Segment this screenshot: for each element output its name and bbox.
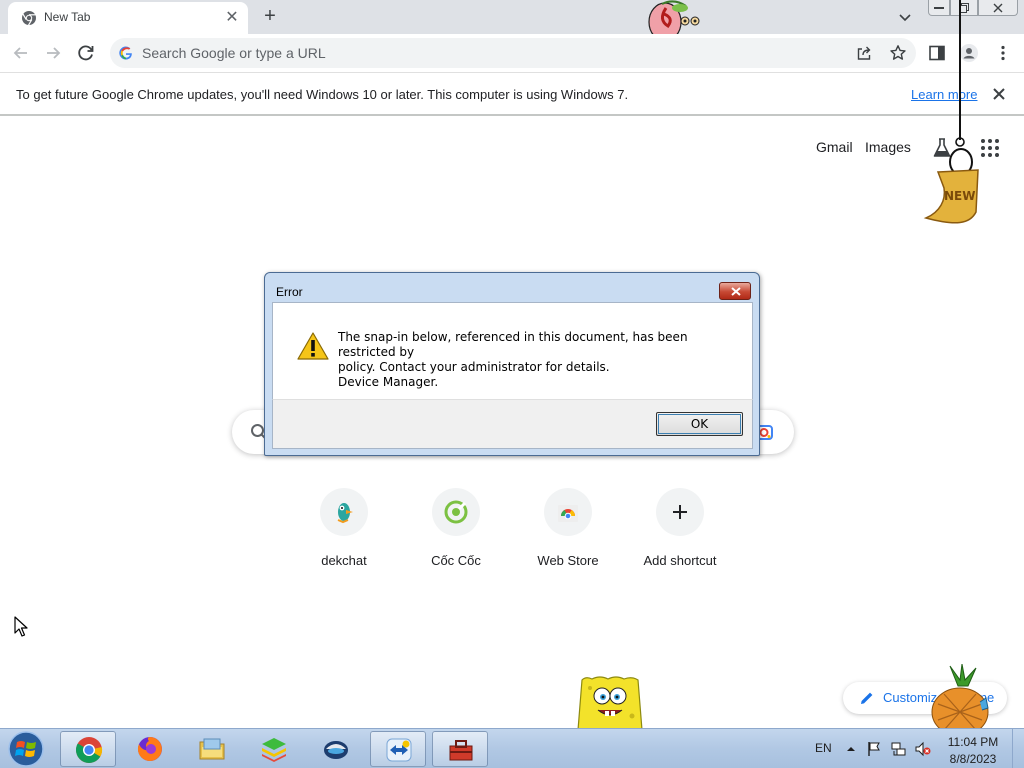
error-dialog: Error The snap-in below, referenced in t… bbox=[264, 272, 760, 456]
firefox-icon bbox=[137, 737, 162, 761]
dialog-title: Error bbox=[276, 285, 303, 299]
toolbox-icon bbox=[449, 740, 473, 761]
taskbar-ultraviewer[interactable] bbox=[308, 731, 364, 767]
ultraviewer-icon bbox=[324, 741, 348, 759]
gmail-link[interactable]: Gmail bbox=[816, 139, 853, 155]
action-center-flag-icon[interactable] bbox=[866, 741, 882, 757]
windows7-warning-infobar: To get future Google Chrome updates, you… bbox=[0, 72, 1024, 116]
taskbar-teamviewer[interactable] bbox=[370, 731, 426, 767]
window-close-button[interactable] bbox=[978, 0, 1018, 16]
shortcut-label: Web Store bbox=[537, 553, 599, 568]
tab-close-icon[interactable]: ✕ bbox=[222, 8, 242, 28]
coccoc-icon bbox=[444, 500, 468, 524]
pencil-icon bbox=[861, 692, 873, 704]
google-g-icon bbox=[119, 46, 132, 60]
shortcut-icon-circle bbox=[320, 488, 368, 536]
dialog-message-line: The snap-in below, referenced in this do… bbox=[338, 330, 688, 359]
shortcut-tile-add-shortcut[interactable]: Add shortcut bbox=[624, 488, 736, 578]
menu-kebab-icon[interactable] bbox=[992, 42, 1014, 64]
volume-muted-icon[interactable] bbox=[915, 741, 931, 757]
desktop-screen: New Tab ✕ + Search Google or type a URL … bbox=[0, 0, 1024, 768]
tab-new-tab[interactable]: New Tab ✕ bbox=[8, 2, 248, 34]
omnibox[interactable]: Search Google or type a URL bbox=[110, 38, 916, 68]
new-tab-button[interactable]: + bbox=[258, 4, 282, 28]
forward-arrow-icon[interactable] bbox=[42, 42, 64, 64]
shortcut-label: Add shortcut bbox=[643, 553, 717, 568]
clock-date[interactable]: 8/8/2023 bbox=[942, 752, 1004, 766]
folder-icon bbox=[199, 738, 225, 760]
new-sign-text: NEW bbox=[944, 189, 975, 203]
show-hidden-icons-chevron-icon[interactable] bbox=[843, 741, 859, 757]
taskbar-toolbox[interactable] bbox=[432, 731, 488, 767]
show-desktop-button[interactable] bbox=[1012, 729, 1024, 768]
dialog-button-bar: OK bbox=[272, 399, 753, 449]
plus-icon bbox=[673, 505, 687, 519]
tab-strip: New Tab ✕ + bbox=[0, 0, 1024, 42]
shortcut-icon-circle bbox=[656, 488, 704, 536]
close-icon bbox=[993, 3, 1003, 12]
reload-icon[interactable] bbox=[75, 42, 97, 64]
dialog-close-button[interactable] bbox=[719, 282, 751, 300]
windows-taskbar: EN 11:04 PM 8/8/2023 bbox=[0, 728, 1024, 768]
shortcut-tile-coccoc[interactable]: Cốc Cốc bbox=[400, 488, 512, 578]
spongebob-sticker-icon bbox=[577, 676, 643, 730]
infobar-close-icon[interactable] bbox=[990, 85, 1008, 103]
shortcut-label: Cốc Cốc bbox=[431, 553, 481, 568]
shortcut-label: dekchat bbox=[321, 553, 367, 568]
shortcut-tile-web-store[interactable]: Web Store bbox=[512, 488, 624, 578]
taskbar-firefox[interactable] bbox=[122, 731, 178, 767]
warning-icon bbox=[297, 332, 329, 360]
pineapple-house-sticker-icon bbox=[931, 664, 989, 730]
webstore-icon bbox=[558, 505, 578, 522]
clock-time[interactable]: 11:04 PM bbox=[942, 735, 1004, 749]
bookmark-star-icon[interactable] bbox=[889, 44, 907, 62]
dialog-content: The snap-in below, referenced in this do… bbox=[272, 302, 753, 399]
dialog-message-line: policy. Contact your administrator for d… bbox=[338, 360, 610, 374]
chrome-icon bbox=[22, 11, 36, 26]
infobar-message: To get future Google Chrome updates, you… bbox=[16, 87, 629, 102]
browser-toolbar: Search Google or type a URL bbox=[0, 34, 1024, 72]
shortcut-icon-circle bbox=[432, 488, 480, 536]
mouse-cursor-icon bbox=[14, 616, 28, 637]
new-sign-sticker-icon: NEW bbox=[923, 0, 979, 224]
bluestacks-icon bbox=[262, 738, 286, 762]
language-indicator[interactable]: EN bbox=[815, 741, 832, 755]
omnibox-placeholder: Search Google or type a URL bbox=[142, 45, 326, 61]
images-link[interactable]: Images bbox=[865, 139, 911, 155]
taskbar-explorer[interactable] bbox=[184, 731, 240, 767]
taskbar-chrome[interactable] bbox=[60, 731, 116, 767]
dialog-message-line: Device Manager. bbox=[338, 375, 439, 389]
tab-title: New Tab bbox=[44, 10, 91, 24]
close-icon bbox=[731, 287, 741, 296]
tab-search-chevron-icon[interactable] bbox=[895, 7, 915, 27]
windows-start-button[interactable] bbox=[6, 730, 46, 768]
shortcut-icon-circle bbox=[544, 488, 592, 536]
taskbar-bluestacks[interactable] bbox=[246, 731, 302, 767]
back-arrow-icon[interactable] bbox=[10, 42, 32, 64]
chrome-icon bbox=[76, 737, 103, 763]
dialog-message: The snap-in below, referenced in this do… bbox=[338, 330, 738, 390]
network-icon[interactable] bbox=[891, 741, 907, 757]
share-icon[interactable] bbox=[856, 45, 872, 61]
ok-button[interactable]: OK bbox=[656, 412, 743, 436]
shortcut-tile-dekchat[interactable]: dekchat bbox=[288, 488, 400, 578]
dekchat-icon bbox=[337, 503, 353, 524]
teamviewer-icon bbox=[386, 738, 412, 762]
